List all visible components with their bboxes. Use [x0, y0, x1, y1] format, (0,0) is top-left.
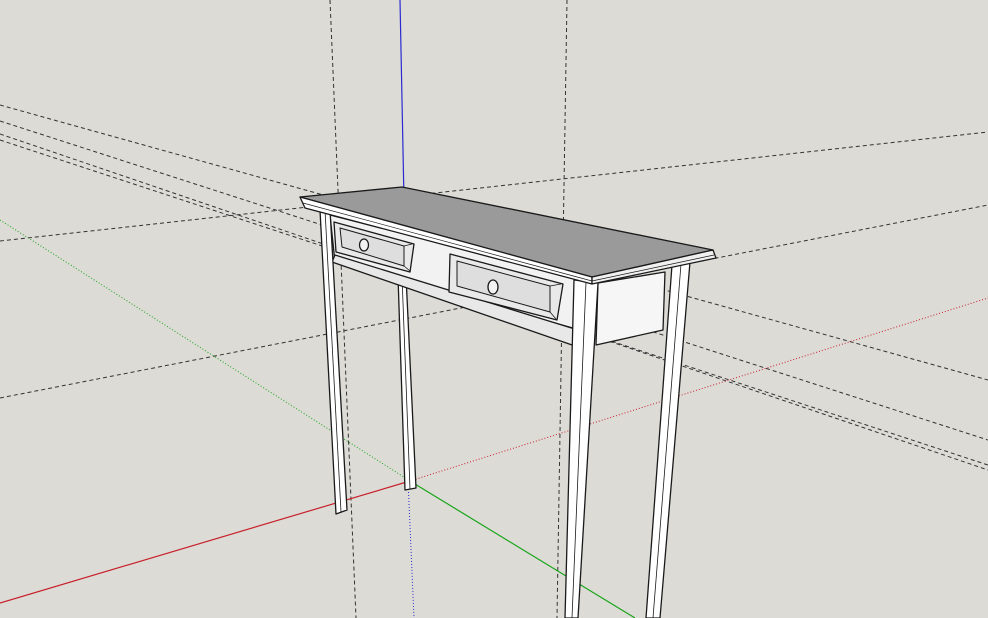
- viewport-canvas[interactable]: [0, 0, 988, 618]
- console-table-model[interactable]: [299, 186, 717, 618]
- table-leg-back-left: [397, 275, 417, 491]
- blue-axis: [399, 0, 405, 201]
- blue-axis-hidden: [407, 479, 415, 618]
- table-apron-side: [595, 271, 666, 346]
- red-axis: [0, 480, 411, 604]
- red-axis-hidden: [409, 297, 988, 482]
- green-axis: [409, 480, 636, 618]
- 3d-modeling-viewport[interactable]: [0, 0, 988, 618]
- drawer-left-knob: [358, 238, 370, 252]
- drawer-right-knob: [487, 279, 499, 295]
